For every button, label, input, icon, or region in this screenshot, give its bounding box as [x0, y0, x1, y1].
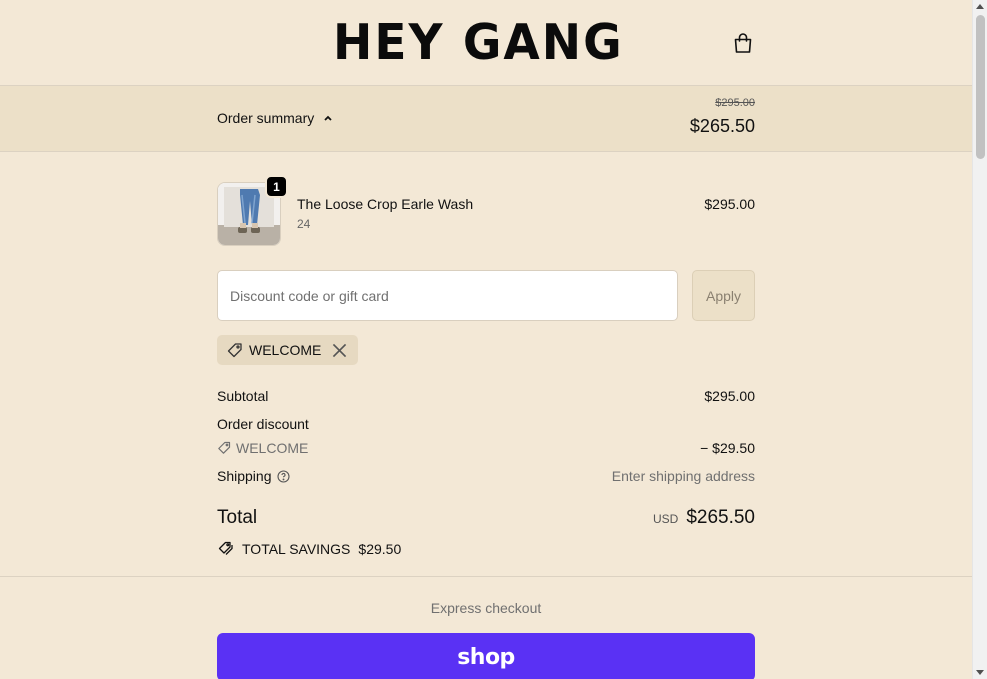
discount-code-label: WELCOME [217, 440, 755, 456]
original-price: $295.00 [715, 97, 755, 109]
total-value: $265.50 [686, 507, 755, 528]
total-amount-group: USD $265.50 [653, 507, 755, 529]
product-name: The Loose Crop Earle Wash [297, 196, 474, 212]
quantity-badge: 1 [265, 175, 288, 198]
product-variant: 24 [297, 217, 311, 231]
apply-discount-button[interactable]: Apply [692, 270, 755, 321]
shipping-label: Shipping [217, 468, 272, 484]
help-circle-icon[interactable] [276, 470, 290, 483]
order-discount-row: Order discount [217, 416, 755, 432]
section-divider [0, 576, 972, 577]
tags-icon [218, 541, 233, 555]
subtotal-value: $295.00 [704, 388, 755, 404]
product-price: $295.00 [704, 196, 755, 212]
total-label: Total [217, 507, 258, 528]
shop-pay-button[interactable]: shop [217, 633, 755, 679]
currency-code: USD [652, 512, 679, 526]
express-checkout-label: Express checkout [430, 600, 542, 616]
line-item: 1 The Loose Crop Earle Wash 24 $295.00 [217, 175, 755, 246]
shopping-bag-icon[interactable] [731, 31, 755, 55]
subtotal-row: Subtotal $295.00 [217, 388, 755, 404]
shipping-value: Enter shipping address [611, 468, 755, 484]
discount-code-text: WELCOME [236, 440, 309, 456]
order-summary-bar: Order summary $295.00 $265.50 [0, 86, 972, 152]
header: HEY GANG [0, 0, 972, 86]
applied-discount-code: WELCOME [249, 342, 322, 358]
savings-value: $29.50 [358, 540, 402, 557]
scroll-thumb[interactable] [976, 15, 985, 159]
discount-detail-row: WELCOME − $29.50 [217, 440, 755, 456]
order-summary-toggle[interactable]: Order summary [217, 110, 334, 126]
subtotal-label: Subtotal [217, 388, 269, 404]
discount-code-input[interactable] [217, 270, 678, 321]
discounted-price: $265.50 [689, 116, 755, 136]
tag-icon [218, 441, 231, 454]
discount-value: − $29.50 [700, 440, 755, 456]
chevron-up-icon [324, 115, 332, 121]
savings-label: TOTAL SAVINGS [242, 540, 351, 557]
scroll-up-arrow[interactable] [976, 4, 984, 9]
tag-icon [227, 342, 242, 357]
applied-discount-chip: WELCOME [217, 335, 359, 365]
scroll-down-arrow[interactable] [976, 670, 984, 675]
total-savings: TOTAL SAVINGS $29.50 [217, 540, 401, 557]
logo[interactable]: HEY GANG [333, 14, 624, 73]
remove-discount-icon[interactable] [331, 342, 348, 359]
scrollbar[interactable] [972, 0, 987, 679]
order-discount-label: Order discount [217, 416, 309, 432]
order-summary-label: Order summary [217, 110, 315, 126]
shipping-row: Shipping Enter shipping address [217, 468, 755, 484]
